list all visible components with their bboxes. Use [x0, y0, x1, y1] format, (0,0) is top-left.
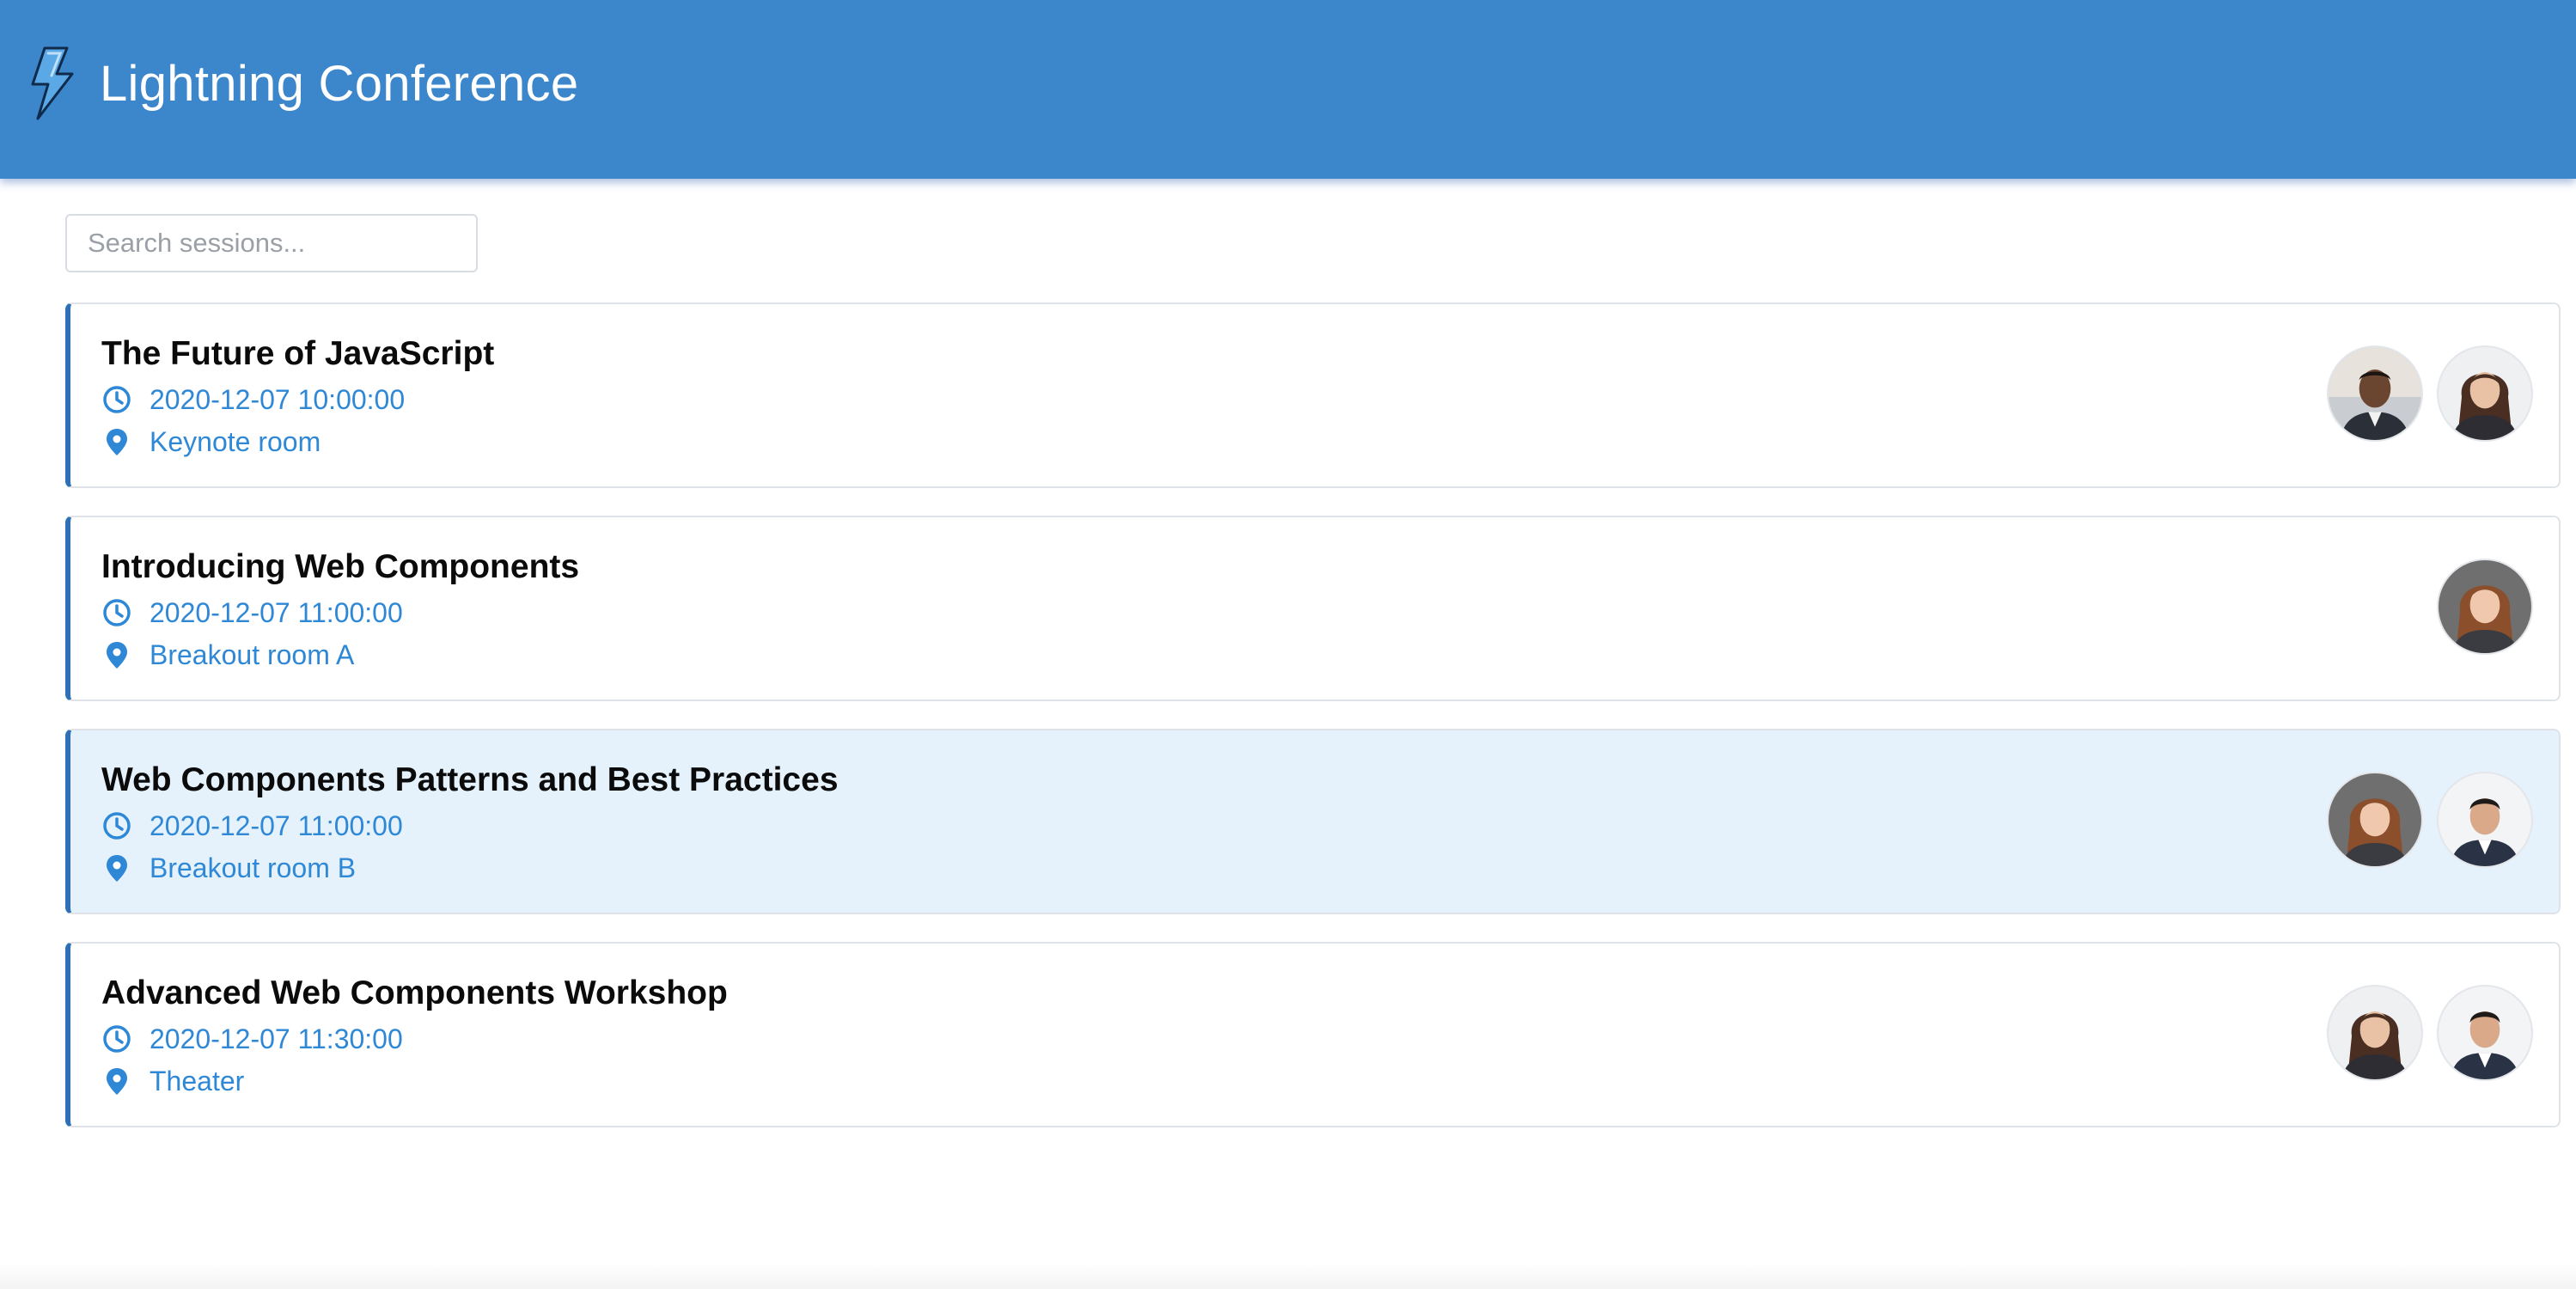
speaker-list [2327, 985, 2533, 1081]
location-pin-icon [107, 429, 127, 455]
session-card-selected[interactable]: Web Components Patterns and Best Practic… [65, 729, 2561, 914]
location-pin-icon [107, 642, 127, 669]
lightning-bolt-icon [31, 46, 74, 120]
session-time: 2020-12-07 10:00:00 [101, 382, 405, 417]
session-card[interactable]: The Future of JavaScript 2020-12-07 10:0… [65, 302, 2561, 488]
session-datetime: 2020-12-07 11:00:00 [150, 596, 403, 628]
session-card[interactable]: Introducing Web Components 2020-12-07 11… [65, 516, 2561, 701]
bottom-fade [0, 1263, 2576, 1289]
speaker-avatar[interactable] [2327, 345, 2423, 442]
session-title: Web Components Patterns and Best Practic… [101, 761, 839, 798]
location-pin-icon [107, 1068, 127, 1095]
session-time: 2020-12-07 11:00:00 [101, 596, 403, 630]
session-room: Keynote room [101, 425, 320, 459]
session-room-name: Breakout room A [150, 638, 355, 670]
session-title: Advanced Web Components Workshop [101, 974, 728, 1011]
avatar-man-short-hair [2439, 987, 2531, 1079]
speaker-avatar[interactable] [2437, 559, 2533, 655]
clock-icon [103, 599, 131, 626]
session-list: The Future of JavaScript 2020-12-07 10:0… [65, 302, 2561, 1155]
session-datetime: 2020-12-07 11:30:00 [150, 1023, 403, 1054]
avatar-man-short-hair [2439, 773, 2531, 866]
session-time: 2020-12-07 11:30:00 [101, 1022, 403, 1056]
speaker-avatar[interactable] [2437, 985, 2533, 1081]
session-room: Breakout room A [101, 638, 354, 672]
speaker-list [2327, 772, 2533, 868]
session-room: Breakout room B [101, 851, 356, 885]
session-title: The Future of JavaScript [101, 335, 495, 372]
session-title: Introducing Web Components [101, 548, 580, 585]
session-card[interactable]: Advanced Web Components Workshop 2020-12… [65, 942, 2561, 1127]
clock-icon [103, 1025, 131, 1053]
speaker-avatar[interactable] [2437, 345, 2533, 442]
avatar-woman-dark-hair [2329, 987, 2421, 1079]
speaker-list [2327, 345, 2533, 442]
session-room: Theater [101, 1064, 244, 1098]
app-header: Lightning Conference [0, 0, 2576, 179]
avatar-woman-auburn-hair [2329, 773, 2421, 866]
app-title: Lightning Conference [100, 56, 579, 112]
speaker-avatar[interactable] [2327, 772, 2423, 868]
avatar-man-dark-hair [2329, 347, 2421, 440]
speaker-list [2437, 559, 2533, 655]
session-room-name: Breakout room B [150, 852, 357, 883]
search-input[interactable] [65, 214, 478, 272]
avatar-woman-auburn-hair [2439, 560, 2531, 653]
session-room-name: Theater [150, 1065, 245, 1097]
speaker-avatar[interactable] [2327, 985, 2423, 1081]
session-time: 2020-12-07 11:00:00 [101, 809, 403, 843]
clock-icon [103, 386, 131, 413]
speaker-avatar[interactable] [2437, 772, 2533, 868]
session-datetime: 2020-12-07 10:00:00 [150, 383, 406, 415]
clock-icon [103, 812, 131, 840]
session-datetime: 2020-12-07 11:00:00 [150, 809, 403, 841]
location-pin-icon [107, 855, 127, 882]
avatar-woman-dark-hair [2439, 347, 2531, 440]
session-room-name: Keynote room [150, 425, 321, 457]
